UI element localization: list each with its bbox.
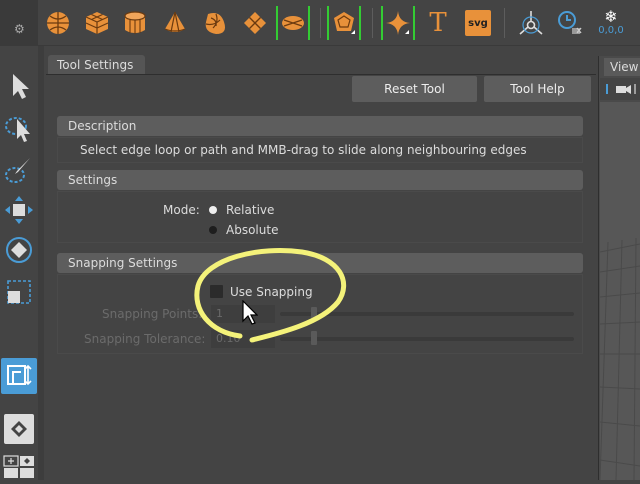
svg-glyph: svg	[468, 17, 488, 29]
shelf-divider	[372, 8, 373, 38]
poly-cone-icon[interactable]	[160, 6, 190, 40]
toolbox	[0, 56, 38, 480]
paint-select-tool-icon[interactable]	[3, 154, 35, 186]
snowflake-glyph: ❄	[604, 7, 618, 26]
tool-settings-tab[interactable]: Tool Settings	[48, 55, 145, 75]
scale-tool-icon[interactable]	[3, 276, 35, 308]
layout-single-icon[interactable]	[4, 414, 34, 444]
type-icon[interactable]: T	[423, 6, 453, 40]
view-tab[interactable]: View	[604, 58, 640, 76]
annotation-circle	[194, 247, 347, 343]
transform-axis-icon[interactable]	[516, 6, 546, 40]
mode-absolute-radio[interactable]	[209, 226, 217, 234]
toolbox-divider	[38, 46, 44, 480]
disc-icon[interactable]	[278, 6, 308, 40]
shelf-grip[interactable]: ⚙	[0, 0, 38, 46]
mouse-cursor-icon	[242, 300, 258, 325]
snowflake-icon[interactable]: ❄ 0,0,0	[594, 6, 628, 40]
layout-quad-icon[interactable]	[2, 454, 36, 480]
shelf-divider	[504, 8, 505, 38]
active-tool-icon[interactable]	[1, 358, 37, 394]
super-shape-icon[interactable]	[383, 6, 413, 40]
mode-absolute-label[interactable]: Absolute	[226, 223, 278, 237]
select-tool-icon[interactable]	[3, 70, 35, 102]
mode-relative-label[interactable]: Relative	[226, 203, 274, 217]
settings-section-header[interactable]: Settings	[57, 170, 583, 190]
move-tool-icon[interactable]	[3, 194, 35, 226]
reset-tool-button[interactable]: Reset Tool	[352, 76, 477, 102]
poly-plane-icon[interactable]	[240, 6, 270, 40]
viewport-grid-lines	[599, 237, 640, 481]
description-section-header[interactable]: Description	[57, 116, 583, 136]
shelf-bar: ⚙ T svg ❄ 0,0,0	[0, 0, 640, 46]
grip-icon[interactable]: ⚙	[14, 22, 25, 36]
mode-label: Mode:	[163, 203, 200, 217]
description-text: Select edge loop or path and MMB-drag to…	[80, 143, 527, 157]
viewport-grid[interactable]	[599, 102, 640, 481]
mode-relative-radio[interactable]	[209, 206, 217, 214]
poly-sphere-icon[interactable]	[43, 6, 73, 40]
tool-help-button[interactable]: Tool Help	[484, 76, 591, 102]
view-toolbar	[600, 78, 640, 100]
poly-torus-icon[interactable]	[200, 6, 230, 40]
poly-cube-icon[interactable]	[82, 6, 112, 40]
settings-frame	[57, 191, 583, 243]
poly-cylinder-icon[interactable]	[120, 6, 150, 40]
timer-icon[interactable]	[554, 6, 584, 40]
coord-label: 0,0,0	[598, 25, 624, 36]
lasso-tool-icon[interactable]	[3, 112, 35, 144]
camera-icon[interactable]	[604, 82, 638, 96]
type-glyph: T	[429, 8, 447, 38]
rotate-tool-icon[interactable]	[3, 234, 35, 266]
shelf-divider	[320, 8, 321, 38]
shelf-border	[38, 45, 640, 46]
platonic-icon[interactable]	[329, 6, 359, 40]
svg-icon[interactable]: svg	[463, 6, 493, 40]
